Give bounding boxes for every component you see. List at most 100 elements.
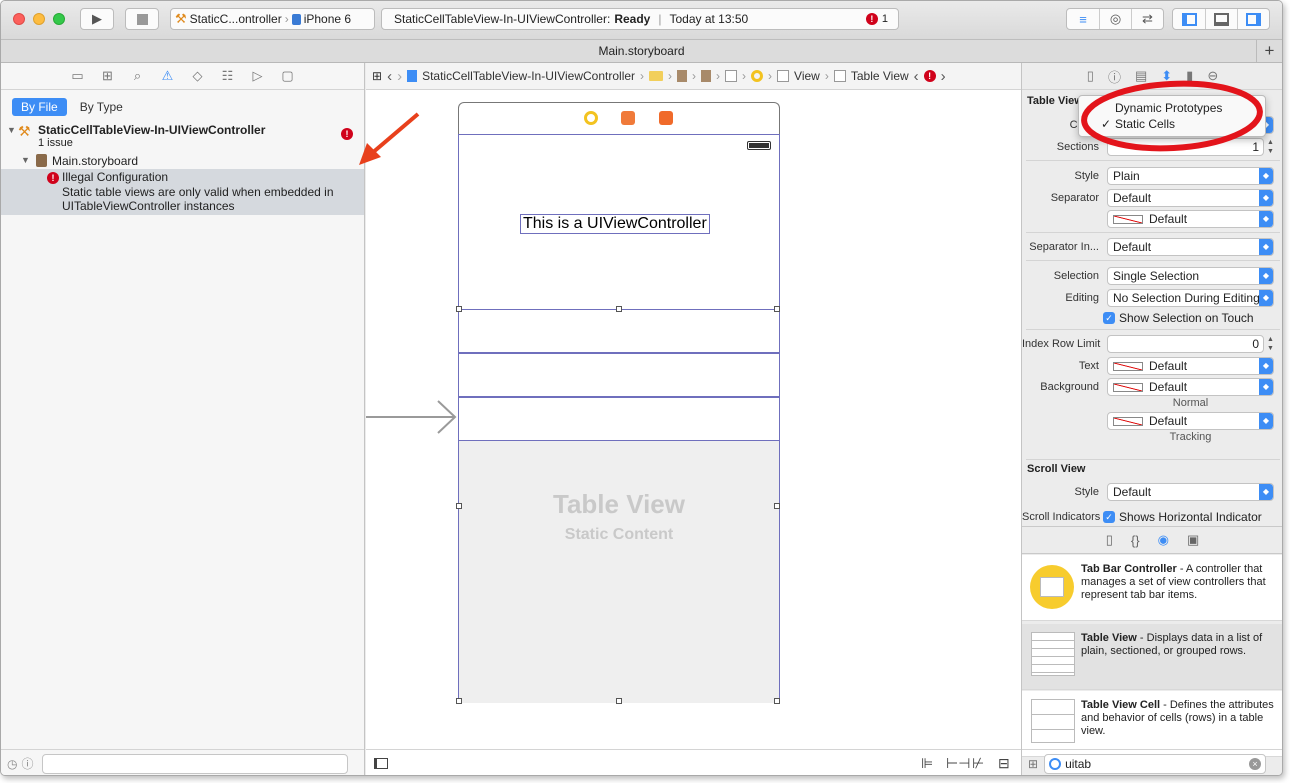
- tab-main-storyboard[interactable]: Main.storyboard: [598, 44, 684, 58]
- tracking-color-popup[interactable]: Default ◆: [1107, 412, 1274, 430]
- breakpoint-icon[interactable]: ▷: [250, 68, 266, 84]
- scroll-style-popup[interactable]: Default ◆: [1107, 483, 1274, 501]
- library-item-text: Tab Bar Controller - A controller that m…: [1081, 563, 1276, 602]
- selection-popup[interactable]: Single Selection ◆: [1107, 267, 1274, 285]
- by-type-tab[interactable]: By Type: [71, 98, 132, 116]
- navigator-filter-field[interactable]: [41, 753, 348, 774]
- folder-icon[interactable]: [649, 71, 664, 81]
- object-library-icon[interactable]: ◉: [1158, 532, 1169, 548]
- debug-icon[interactable]: ☷: [220, 68, 236, 84]
- issue-count: 1: [881, 13, 888, 25]
- jumpbar-view[interactable]: View: [794, 69, 820, 83]
- first-responder-icon[interactable]: [621, 111, 635, 125]
- editing-popup[interactable]: No Selection During Editing ◆: [1107, 289, 1274, 307]
- clear-search-icon[interactable]: ×: [1249, 757, 1262, 770]
- utilities-toggle-icon[interactable]: [1237, 9, 1269, 29]
- previous-issue-button[interactable]: ‹: [914, 68, 919, 85]
- run-button[interactable]: ▶: [80, 8, 114, 30]
- view-controller-icon[interactable]: [584, 111, 598, 125]
- issues-only-icon[interactable]: ⓘ: [21, 755, 33, 772]
- error-icon[interactable]: !: [923, 70, 936, 82]
- zoom-window-button[interactable]: [53, 13, 65, 25]
- style-popup[interactable]: Plain ◆: [1107, 167, 1274, 185]
- scene-icon[interactable]: [725, 70, 738, 82]
- next-issue-button[interactable]: ›: [941, 68, 946, 85]
- version-editor-icon[interactable]: ⇄: [1131, 9, 1163, 29]
- standard-editor-icon[interactable]: ≡: [1067, 9, 1099, 29]
- jumpbar-table-view[interactable]: Table View: [851, 69, 909, 83]
- resize-handle[interactable]: [456, 503, 462, 509]
- storyboard-icon[interactable]: [677, 70, 688, 82]
- resize-handle[interactable]: [774, 306, 780, 312]
- grid-view-icon[interactable]: ⊞: [1028, 757, 1038, 771]
- table-view-cell[interactable]: [459, 353, 779, 397]
- back-button[interactable]: ‹: [387, 68, 392, 85]
- popup-arrows-icon: ◆: [1259, 268, 1273, 284]
- minimize-window-button[interactable]: [33, 13, 45, 25]
- document-outline-toggle-icon[interactable]: [374, 758, 388, 769]
- storyboard-base-icon[interactable]: [701, 70, 712, 82]
- issue-indicator[interactable]: ! 1: [865, 13, 888, 25]
- exit-icon[interactable]: [659, 111, 673, 125]
- separator-popup[interactable]: Default ◆: [1107, 189, 1274, 207]
- resize-handle[interactable]: [616, 306, 622, 312]
- ui-label[interactable]: This is a UIViewController: [520, 214, 710, 234]
- library-item-table-view-cell[interactable]: Table View Cell - Defines the attributes…: [1022, 691, 1282, 757]
- forward-button[interactable]: ›: [397, 68, 402, 85]
- media-library-icon[interactable]: ▣: [1187, 532, 1199, 548]
- by-file-tab[interactable]: By File: [12, 98, 67, 116]
- separator-inset-popup[interactable]: Default ◆: [1107, 238, 1274, 256]
- resolve-issues-icon[interactable]: ⊬: [972, 755, 984, 772]
- stop-button[interactable]: [125, 8, 159, 30]
- resizing-icon[interactable]: ⊟: [998, 755, 1010, 772]
- search-icon[interactable]: ⌕: [130, 68, 146, 84]
- separator-color-popup[interactable]: Default ◆: [1107, 210, 1274, 228]
- library-item-table-view[interactable]: Table View - Displays data in a list of …: [1022, 624, 1282, 690]
- disclosure-down-icon[interactable]: ▼: [21, 155, 30, 165]
- resize-handle[interactable]: [456, 698, 462, 704]
- navigator-toggle-icon[interactable]: [1173, 9, 1205, 29]
- library-search-field[interactable]: uitab ×: [1044, 753, 1267, 774]
- show-selection-row: ✓ Show Selection on Touch: [1022, 308, 1282, 328]
- library-item-tab-bar-controller[interactable]: Tab Bar Controller - A controller that m…: [1022, 555, 1282, 621]
- resize-handle[interactable]: [616, 698, 622, 704]
- scheme-selector[interactable]: ⚒ StaticC...ontroller › iPhone 6: [170, 8, 375, 30]
- pin-icon[interactable]: ⊢⊣: [946, 755, 970, 772]
- index-row-limit-stepper[interactable]: ▲ ▼: [1266, 335, 1275, 353]
- background-color-popup[interactable]: Default ◆: [1107, 378, 1274, 396]
- recent-icon[interactable]: ◷: [7, 757, 17, 771]
- related-items-icon[interactable]: ⊞: [372, 69, 382, 83]
- storyboard-file-icon: [36, 154, 47, 167]
- align-icon[interactable]: ⊫: [921, 755, 933, 772]
- resize-handle[interactable]: [774, 503, 780, 509]
- table-view-placeholder[interactable]: Table View Static Content: [459, 441, 779, 703]
- file-issue-row[interactable]: ▼ Main.storyboard: [1, 153, 364, 169]
- view-controller-icon[interactable]: [751, 70, 764, 82]
- table-view-cell[interactable]: [459, 397, 779, 441]
- index-row-limit-field[interactable]: 0: [1107, 335, 1264, 353]
- test-icon[interactable]: ◇: [190, 68, 206, 84]
- text-color-popup[interactable]: Default ◆: [1107, 357, 1274, 375]
- file-template-library-icon[interactable]: ▯: [1106, 532, 1113, 548]
- debug-area-toggle-icon[interactable]: [1205, 9, 1237, 29]
- jumpbar-project[interactable]: StaticCellTableView-In-UIViewController: [422, 69, 635, 83]
- close-window-button[interactable]: [13, 13, 25, 25]
- table-view-cell[interactable]: [459, 309, 779, 353]
- new-tab-button[interactable]: +: [1256, 40, 1282, 62]
- project-issue-row[interactable]: ▼ ⚒ StaticCellTableView-In-UIViewControl…: [1, 121, 364, 151]
- warning-icon[interactable]: ⚠: [160, 68, 176, 84]
- hierarchy-icon[interactable]: ⊞: [100, 68, 116, 84]
- assistant-editor-icon[interactable]: ◎: [1099, 9, 1131, 29]
- issue-row-selected[interactable]: ! Illegal Configuration Static table vie…: [1, 169, 364, 215]
- error-icon: !: [341, 128, 353, 140]
- code-snippet-library-icon[interactable]: {}: [1131, 533, 1140, 548]
- show-selection-checkbox[interactable]: ✓: [1103, 312, 1115, 324]
- resize-handle[interactable]: [774, 698, 780, 704]
- battery-icon: [747, 141, 771, 150]
- folder-icon[interactable]: ▭: [70, 68, 86, 84]
- resize-handle[interactable]: [456, 306, 462, 312]
- disclosure-down-icon[interactable]: ▼: [7, 125, 16, 135]
- view-controller-view[interactable]: This is a UIViewController Table View St…: [456, 134, 780, 704]
- report-icon[interactable]: ▢: [280, 68, 296, 84]
- horizontal-indicator-checkbox[interactable]: ✓: [1103, 511, 1115, 523]
